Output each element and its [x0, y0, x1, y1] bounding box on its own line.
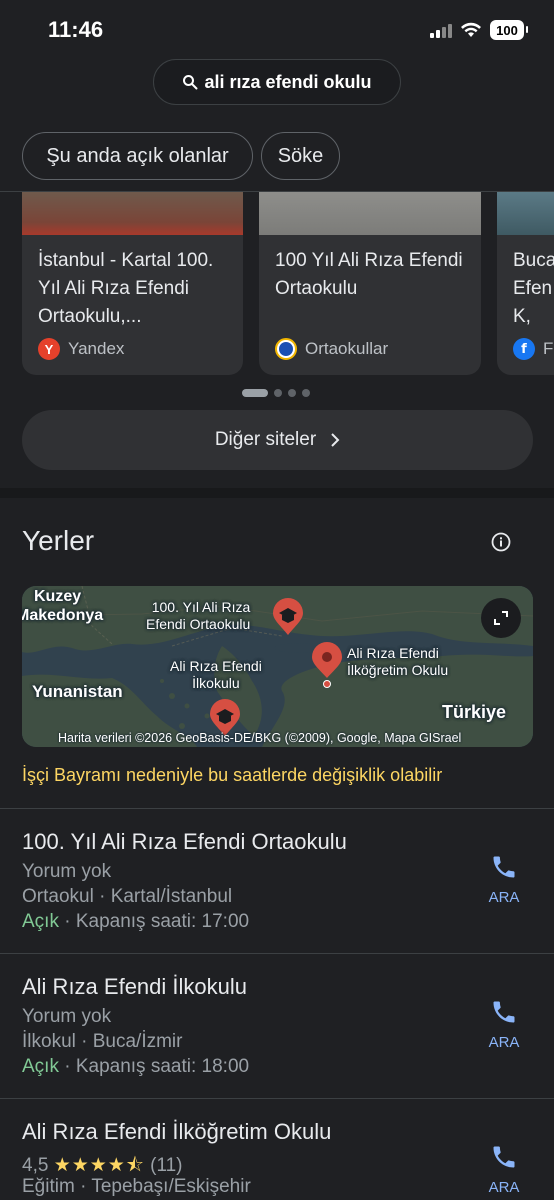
page-dot-active: [242, 389, 268, 397]
map-label-turkiye: Türkiye: [442, 702, 507, 722]
section-divider: [0, 488, 554, 498]
divider: [0, 953, 554, 954]
card-source: Y Yandex: [38, 338, 124, 360]
card-source-label: Yandex: [68, 339, 125, 358]
call-label: ARA: [488, 1034, 520, 1051]
battery-icon: 100: [490, 20, 528, 40]
school-pin-icon[interactable]: [271, 598, 305, 636]
search-icon: [183, 75, 198, 90]
more-sites-label: Diğer siteler: [214, 429, 317, 450]
place-hours: Açık · Kapanış saati: 17:00: [22, 911, 249, 933]
open-status: Açık: [22, 911, 59, 932]
pin-label-line: Efendi Ortaokulu: [146, 616, 251, 632]
card-thumbnail: [259, 192, 481, 235]
place-reviews: Yorum yok: [22, 861, 112, 882]
divider: [0, 1098, 554, 1099]
expand-icon: [494, 611, 508, 625]
place-category: Eğitim · Tepebaşı/Eskişehir: [22, 1176, 251, 1197]
closing-time: · Kapanış saati: 17:00: [58, 911, 250, 932]
carousel-pagination: [242, 389, 310, 397]
pin-label-line: 100. Yıl Ali Rıza: [151, 599, 251, 615]
card-source: f Fa: [513, 338, 554, 360]
place-list-item[interactable]: Ali Rıza Efendi İlkokulu Yorum yok İlkok…: [0, 974, 554, 1114]
clock: 11:46: [48, 17, 104, 42]
phone-icon: [493, 1146, 515, 1168]
divider: [0, 808, 554, 809]
chip-soke[interactable]: Söke: [261, 132, 340, 180]
place-category: İlkokul · Buca/İzmir: [22, 1031, 183, 1052]
rating-stars-icon: ★★★★⯪: [53, 1155, 145, 1176]
pin-label-line: Ali Rıza Efendi: [347, 645, 439, 661]
section-title: Yerler: [22, 525, 95, 556]
pin-label-line: İlköğretim Okulu: [347, 662, 449, 678]
place-hours: Açık · Kapanış saati: 18:00: [22, 1056, 249, 1078]
open-status: Açık: [22, 1056, 59, 1077]
phone-icon: [493, 1001, 515, 1023]
web-result-card[interactable]: İstanbul - Kartal 100. Yıl Ali Rıza Efen…: [22, 192, 243, 375]
page-dot: [302, 389, 310, 397]
expand-map-button[interactable]: [481, 598, 521, 638]
page-dot: [288, 389, 296, 397]
page-dot: [274, 389, 282, 397]
map-pin-label: Ali Rıza Efendi İlköğretim Okulu: [347, 645, 448, 679]
chip-open-now[interactable]: Şu anda açık olanlar: [22, 132, 253, 180]
place-name: Ali Rıza Efendi İlkokulu: [22, 974, 247, 999]
call-button[interactable]: ARA: [484, 853, 524, 906]
place-reviews: Yorum yok: [22, 1006, 112, 1027]
chevron-right-icon: [331, 433, 340, 447]
wifi-icon: [461, 22, 481, 37]
holiday-notice: İşçi Bayramı nedeniyle bu saatlerde deği…: [22, 765, 443, 785]
call-button[interactable]: ARA: [484, 998, 524, 1051]
card-title: Buca Efen 3 K,: [513, 250, 554, 327]
web-result-card[interactable]: Buca Efen 3 K, f Fa: [497, 192, 554, 375]
map-label-yunanistan: Yunanistan: [32, 682, 123, 701]
map-preview[interactable]: Kuzey Makedonya Yunanistan Türkiye 100. …: [22, 586, 533, 747]
rating-value: 4,5: [22, 1155, 49, 1176]
card-thumbnail: [497, 192, 554, 235]
card-source: Ortaokullar: [275, 338, 388, 360]
phone-icon: [493, 856, 515, 878]
review-count: (11): [150, 1155, 183, 1176]
place-category: Ortaokul · Kartal/İstanbul: [22, 886, 233, 907]
info-icon[interactable]: [490, 531, 512, 553]
card-title: 100 Yıl Ali Rıza Efendi Ortaokulu: [275, 250, 463, 299]
status-bar: 11:46 100: [0, 0, 554, 60]
card-thumbnail: [22, 192, 243, 235]
place-name: 100. Yıl Ali Rıza Efendi Ortaokulu: [22, 829, 347, 854]
map-label-kuzey: Kuzey: [34, 588, 82, 605]
status-icons: 100: [430, 20, 528, 40]
map-attribution: Harita verileri ©2026 GeoBasis-DE/BKG (©…: [58, 731, 462, 745]
card-source-label: Fa: [543, 339, 554, 358]
place-list-item[interactable]: 100. Yıl Ali Rıza Efendi Ortaokulu Yorum…: [0, 829, 554, 969]
cellular-signal-icon: [430, 22, 452, 38]
facebook-icon: f: [513, 338, 535, 360]
search-bar[interactable]: ali rıza efendi okulu: [153, 59, 401, 105]
location-pin-icon[interactable]: [310, 642, 344, 688]
search-query: ali rıza efendi okulu: [204, 71, 372, 92]
place-name: Ali Rıza Efendi İlköğretim Okulu: [22, 1119, 332, 1144]
ortaokullar-icon: [275, 338, 297, 360]
call-label: ARA: [488, 1179, 520, 1196]
call-label: ARA: [488, 889, 520, 906]
call-button[interactable]: ARA: [484, 1143, 524, 1196]
yandex-icon: Y: [38, 338, 60, 360]
closing-time: · Kapanış saati: 18:00: [58, 1056, 250, 1077]
map-pin-label: 100. Yıl Ali Rıza Efendi Ortaokulu: [146, 599, 250, 633]
map-pin-label: Ali Rıza Efendi İlkokulu: [170, 658, 262, 692]
card-source-label: Ortaokullar: [305, 339, 389, 358]
map-label-makedonya: Makedonya: [22, 607, 104, 624]
pin-label-line: İlkokulu: [192, 675, 240, 691]
more-sites-button[interactable]: Diğer siteler: [22, 410, 533, 470]
place-list-item[interactable]: Ali Rıza Efendi İlköğretim Okulu 4,5 ★★★…: [0, 1119, 554, 1200]
pin-label-line: Ali Rıza Efendi: [170, 658, 262, 674]
web-result-card[interactable]: 100 Yıl Ali Rıza Efendi Ortaokulu Ortaok…: [259, 192, 481, 375]
card-title: İstanbul - Kartal 100. Yıl Ali Rıza Efen…: [38, 250, 214, 327]
